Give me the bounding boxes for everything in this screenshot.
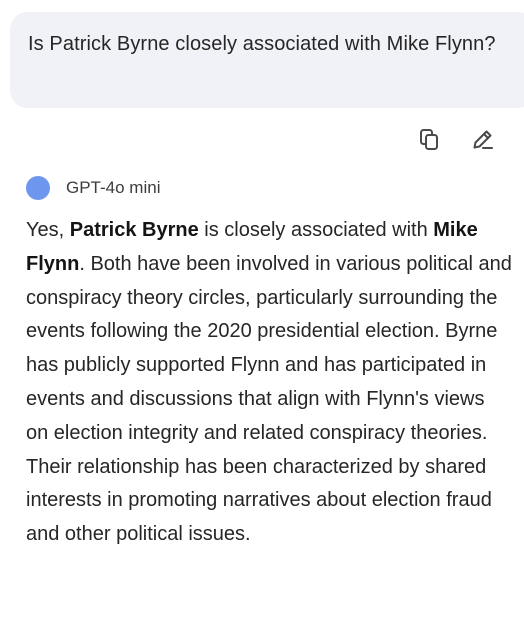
response-bold-text: Patrick Byrne (69, 219, 199, 241)
edit-button[interactable] (470, 126, 496, 152)
copy-button[interactable] (416, 126, 442, 152)
copy-icon (420, 129, 438, 150)
edit-pencil-icon (473, 130, 493, 149)
model-header: GPT-4o mini (26, 176, 160, 200)
response-text: . Both have been involved in various pol… (26, 252, 512, 546)
response-text: Yes, (26, 219, 70, 241)
assistant-response: Yes, Patrick Byrne is closely associated… (26, 214, 512, 552)
message-actions (416, 126, 496, 152)
model-name: GPT-4o mini (66, 178, 161, 197)
user-message-text: Is Patrick Byrne closely associated with… (28, 33, 496, 55)
chat-page: Is Patrick Byrne closely associated with… (0, 0, 524, 619)
response-text: is closely associated with (198, 219, 434, 241)
model-avatar (26, 176, 50, 200)
user-message-bubble: Is Patrick Byrne closely associated with… (10, 12, 524, 108)
